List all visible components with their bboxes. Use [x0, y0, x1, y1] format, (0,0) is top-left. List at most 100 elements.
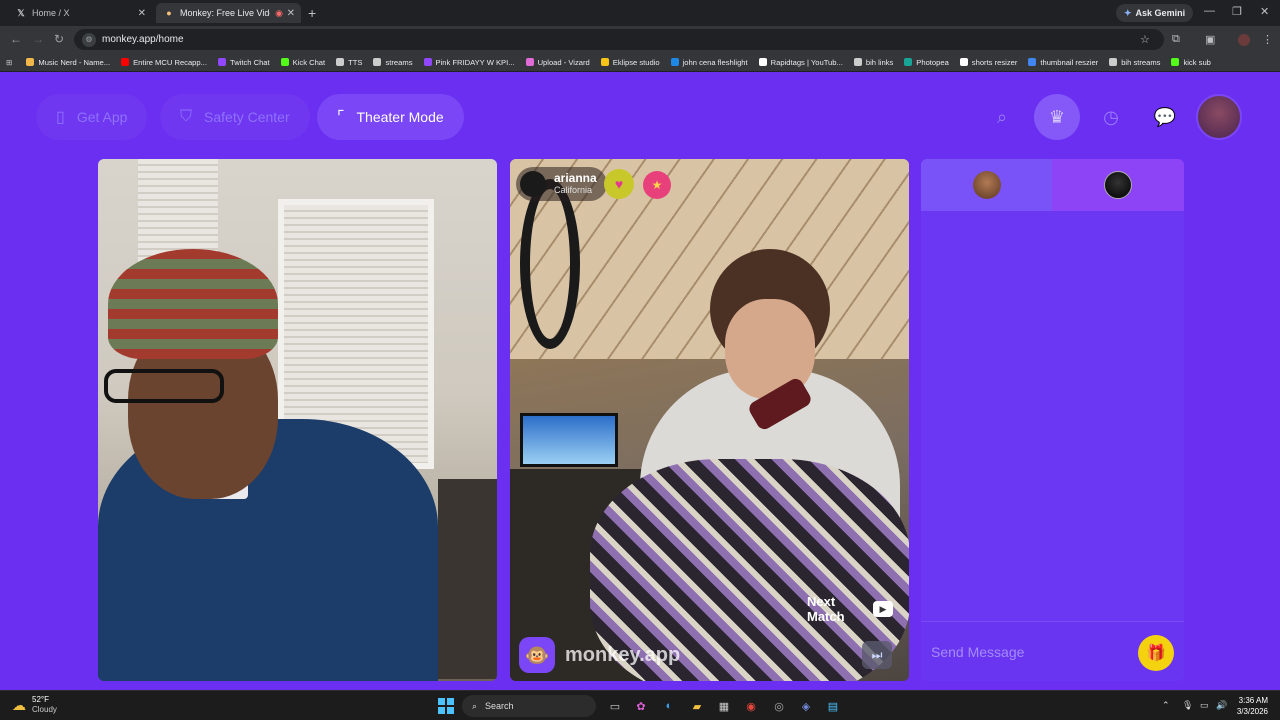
- cloud-icon: ☁: [12, 696, 26, 713]
- premium-button[interactable]: ♛: [1034, 94, 1080, 140]
- bookmark-item[interactable]: Kick Chat: [280, 58, 325, 67]
- bookmark-item[interactable]: streams: [373, 58, 413, 67]
- forward-icon[interactable]: →: [32, 32, 44, 46]
- taskbar-search[interactable]: ⌕ Search: [462, 695, 596, 717]
- back-icon[interactable]: ←: [10, 32, 22, 46]
- history-button[interactable]: ◷: [1088, 94, 1134, 140]
- bookmark-item[interactable]: kick sub: [1171, 58, 1211, 67]
- gift-button[interactable]: 🎁: [1138, 635, 1174, 671]
- maximize-icon[interactable]: ❐: [1232, 5, 1242, 18]
- bookmark-item[interactable]: Upload - Vizard: [525, 58, 590, 67]
- search-button[interactable]: ⌕: [979, 94, 1025, 140]
- bookmark-favicon-icon: [121, 58, 130, 66]
- next-match-button[interactable]: Next Match ▶: [807, 589, 899, 629]
- bookmark-item[interactable]: thumbnail reszier: [1028, 58, 1098, 67]
- badge-button[interactable]: ★: [643, 171, 671, 199]
- volume-icon[interactable]: 🔊: [1216, 700, 1227, 711]
- sidebar-icon[interactable]: ▣: [1205, 33, 1215, 46]
- new-tab-button[interactable]: +: [308, 5, 316, 21]
- chat-tab-2[interactable]: [1052, 159, 1184, 211]
- bookmark-item[interactable]: Photopea: [904, 58, 949, 67]
- tab-home-x[interactable]: 𝕏 Home / X ✕: [8, 3, 152, 23]
- mic-icon[interactable]: 🎙: [1182, 700, 1193, 711]
- task-view-icon[interactable]: ▭: [606, 697, 624, 715]
- bookmark-star-icon[interactable]: ☆: [1140, 33, 1150, 46]
- watermark-text: monkey.app: [565, 643, 681, 666]
- bookmark-item[interactable]: Twitch Chat: [217, 58, 270, 67]
- close-window-icon[interactable]: ✕: [1260, 5, 1269, 18]
- weather-widget[interactable]: ☁ 52°F Cloudy: [12, 695, 57, 715]
- bookmark-favicon-icon: [423, 58, 432, 66]
- stranger-video-feed: arianna California ♥ ★ Next Match ▶ 🐵 mo…: [510, 159, 909, 681]
- skip-button[interactable]: ⏭: [862, 641, 892, 669]
- bookmark-favicon-icon: [280, 58, 289, 66]
- store-icon[interactable]: ▦: [715, 697, 733, 715]
- discord-icon[interactable]: ◈: [797, 697, 815, 715]
- tab-label: Monkey: Free Live Video Ch: [180, 8, 270, 18]
- copilot-icon[interactable]: ✿: [632, 697, 650, 715]
- bookmark-favicon-icon: [525, 58, 534, 66]
- chrome-icon[interactable]: ◉: [742, 697, 760, 715]
- profile-icon[interactable]: [1238, 34, 1250, 46]
- heart-icon: ♥: [614, 176, 624, 192]
- peer-location: California: [554, 185, 593, 195]
- play-icon: ▶: [873, 601, 893, 617]
- extensions-icon[interactable]: ⧉: [1172, 33, 1180, 46]
- edge-icon[interactable]: ◐: [660, 697, 678, 715]
- close-icon[interactable]: ✕: [287, 8, 295, 19]
- tab-monkey[interactable]: ● Monkey: Free Live Video Ch ◉ ✕: [156, 3, 301, 23]
- obs-icon[interactable]: ◎: [770, 697, 788, 715]
- taskbar-search-label: Search: [485, 701, 514, 711]
- file-explorer-icon[interactable]: ▰: [688, 697, 706, 715]
- bookmark-item[interactable]: Music Nerd - Name...: [26, 58, 110, 67]
- bookmark-item[interactable]: Rapidtags | YouTub...: [758, 58, 843, 67]
- tray-chevron-icon[interactable]: ⌃: [1162, 700, 1170, 711]
- ask-gemini-button[interactable]: ✦ Ask Gemini: [1116, 4, 1194, 22]
- peer-avatar: [520, 171, 546, 197]
- bookmark-favicon-icon: [1028, 58, 1037, 66]
- monkey-icon: ●: [166, 8, 172, 18]
- safety-center-button[interactable]: ⛉ Safety Center: [160, 94, 310, 140]
- theater-mode-label: Theater Mode: [356, 109, 444, 125]
- peer-info-chip[interactable]: arianna California: [516, 167, 607, 201]
- bookmark-item[interactable]: john cena fleshlight: [670, 58, 748, 67]
- phone-icon: ▯: [56, 109, 65, 126]
- glasses: [104, 369, 224, 403]
- reload-icon[interactable]: ↻: [54, 32, 64, 46]
- chat-panel: 🎁: [921, 159, 1184, 681]
- ring-light: [520, 179, 580, 349]
- bookmark-favicon-icon: [904, 58, 913, 66]
- system-clock[interactable]: 3:36 AM 3/3/2026: [1237, 695, 1268, 717]
- apps-icon[interactable]: ⊞: [6, 58, 12, 67]
- menu-icon[interactable]: ⋮: [1262, 33, 1273, 46]
- bookmark-item[interactable]: bih streams: [1109, 58, 1160, 67]
- url-omnibox[interactable]: ⚙ monkey.app/home: [74, 29, 1164, 50]
- tab-label: Home / X: [32, 8, 70, 18]
- messages-button[interactable]: 💬: [1142, 94, 1188, 140]
- chat-tab-1[interactable]: [921, 159, 1052, 211]
- close-icon[interactable]: ✕: [138, 8, 146, 19]
- site-info-icon[interactable]: ⚙: [82, 32, 96, 47]
- windows-taskbar: ☁ 52°F Cloudy ⌕ Search ▭ ✿ ◐ ▰ ▦ ◉ ◎ ◈ ▤…: [0, 690, 1280, 720]
- get-app-button[interactable]: ▯ Get App: [36, 94, 148, 140]
- send-message-input[interactable]: [931, 643, 1121, 660]
- bookmark-favicon-icon: [600, 58, 609, 66]
- self-video-feed: [98, 159, 497, 681]
- minimize-icon[interactable]: —: [1204, 5, 1215, 17]
- bookmark-item[interactable]: Entire MCU Recapp...: [121, 58, 207, 67]
- like-button[interactable]: ♥: [604, 169, 634, 199]
- get-app-label: Get App: [76, 109, 128, 125]
- bookmark-item[interactable]: shorts resizer: [959, 58, 1017, 67]
- tv-screen: [520, 413, 618, 467]
- network-icon[interactable]: ▭: [1200, 700, 1209, 711]
- bookmark-item[interactable]: TTS: [336, 58, 362, 67]
- theater-mode-button[interactable]: ⌜ Theater Mode: [317, 94, 464, 140]
- bookmark-item[interactable]: Pink FRIDAYY W KPI...: [423, 58, 515, 67]
- shelf: [438, 479, 497, 679]
- bookmark-item[interactable]: Eklipse studio: [600, 58, 660, 67]
- avatar[interactable]: [1196, 94, 1242, 140]
- notepad-icon[interactable]: ▤: [824, 697, 842, 715]
- start-button[interactable]: [438, 698, 454, 714]
- search-icon: ⌕: [996, 106, 1008, 127]
- bookmark-item[interactable]: bih links: [853, 58, 893, 67]
